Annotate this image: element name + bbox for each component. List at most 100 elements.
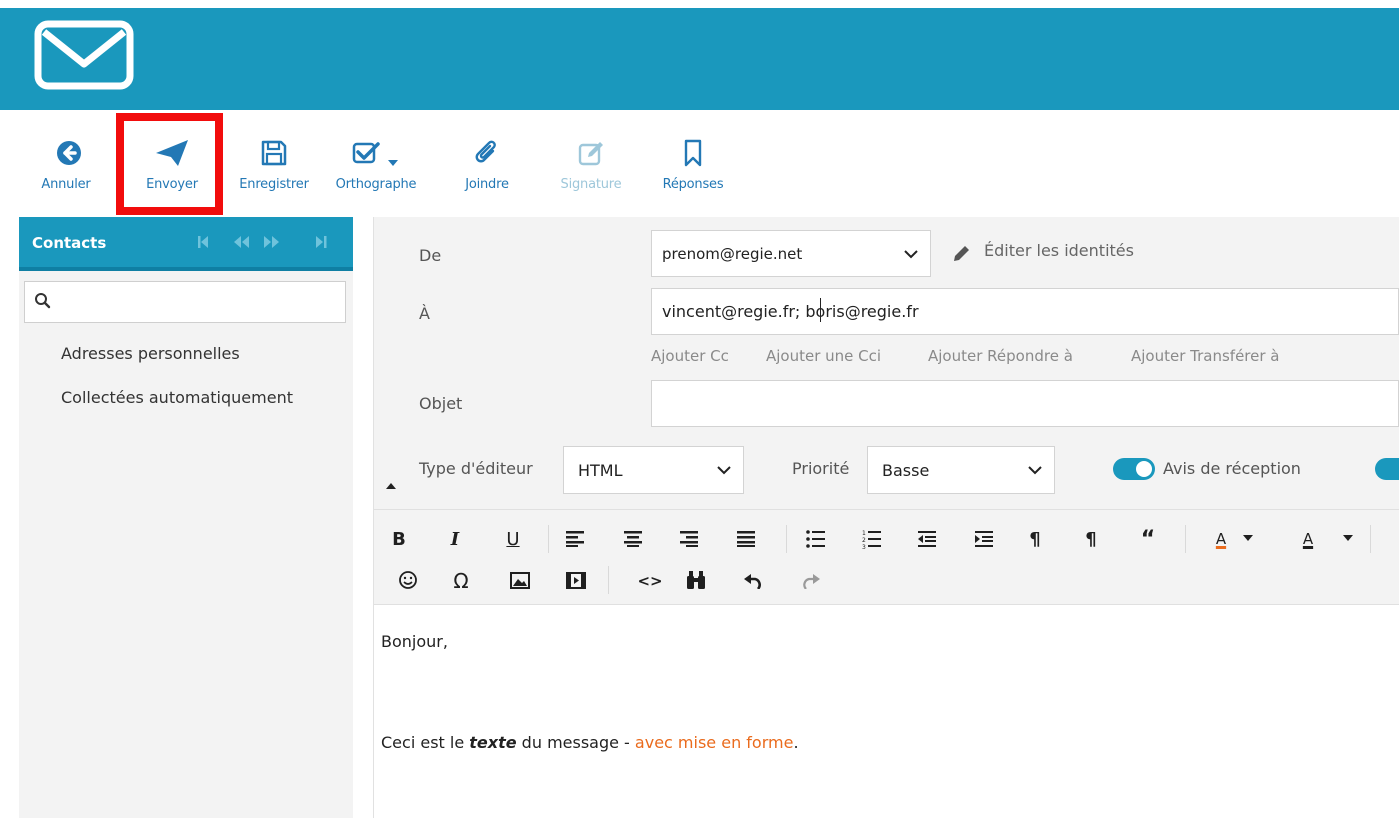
chevron-down-icon [717,466,731,475]
add-cc-link[interactable]: Ajouter Cc [651,347,729,365]
bookmark-icon [684,139,702,167]
contacts-title: Contacts [32,234,107,252]
first-page-icon [198,236,208,248]
chevron-down-icon [1028,466,1042,475]
body-line: Ceci est le texte du message - avec mise… [381,733,799,752]
special-char-icon[interactable]: Ω [450,568,472,594]
indent-icon[interactable] [975,531,995,547]
align-justify-icon[interactable] [737,531,757,547]
from-select[interactable]: prenom@regie.net [651,230,931,277]
floppy-disk-icon [261,140,287,166]
svg-text:1: 1 [862,530,866,537]
editor-type-label: Type d'éditeur [419,459,533,478]
from-value: prenom@regie.net [662,244,803,263]
back-arrow-icon [57,141,81,165]
caret-down-icon[interactable] [1243,535,1253,541]
body-middle: du message - [516,733,635,752]
numbered-list-icon[interactable]: 123 [862,529,882,549]
message-body-editor[interactable] [374,604,1399,818]
signature-button[interactable]: Signature [548,136,634,198]
align-left-icon[interactable] [566,531,586,547]
toolbar-separator [608,566,609,594]
bullet-list-icon[interactable] [806,530,826,548]
editor-type-select[interactable]: HTML [563,446,744,494]
envelope-icon [34,20,134,90]
text-color-icon[interactable]: A [1211,526,1231,552]
subject-label: Objet [419,394,463,413]
blockquote-icon[interactable]: “ [1137,526,1159,552]
responses-button[interactable]: Réponses [653,136,733,198]
edit-signature-icon [578,142,603,166]
add-reply-to-link[interactable]: Ajouter Répondre à [928,347,1073,365]
signature-label: Signature [560,177,622,192]
text-cursor [820,298,821,322]
media-icon[interactable] [566,572,586,589]
outdent-icon[interactable] [918,531,938,547]
toolbar-separator [786,525,787,553]
chevron-down-icon [904,249,918,258]
italic-icon[interactable]: I [444,526,466,552]
save-button[interactable]: Enregistrer [228,136,320,198]
delivery-status-toggle[interactable] [1375,458,1399,480]
editor-toolbar [374,509,1399,604]
priority-select[interactable]: Basse [867,446,1055,494]
svg-text:2: 2 [862,537,866,544]
align-right-icon[interactable] [680,531,700,547]
body-end: . [793,733,799,752]
add-forward-to-link[interactable]: Ajouter Transférer à [1131,347,1280,365]
attach-button[interactable]: Joindre [452,136,522,198]
priority-label: Priorité [792,459,850,478]
redo-icon[interactable] [801,572,821,589]
responses-label: Réponses [662,177,724,192]
cancel-button[interactable]: Annuler [34,136,104,198]
checkbox-check-icon [352,142,398,166]
read-receipt-label: Avis de réception [1163,459,1301,478]
body-bold-italic: texte [469,733,517,752]
spellcheck-button[interactable]: Orthographe [316,136,436,198]
toolbar-separator [1185,525,1186,553]
editor-type-value: HTML [578,460,623,480]
emoticon-icon[interactable] [398,570,418,590]
toolbar-separator [1370,525,1371,553]
edit-identities-link[interactable]: Éditer les identités [984,241,1134,260]
paperclip-icon [475,140,496,163]
search-icon [35,293,51,309]
previous-page-icon [234,236,249,248]
align-center-icon[interactable] [624,531,644,547]
body-prefix: Ceci est le [381,733,465,752]
image-icon[interactable] [510,572,530,589]
body-greeting: Bonjour, [381,632,448,651]
undo-icon[interactable] [743,572,763,589]
body-colored: avec mise en forme [634,733,794,752]
contacts-item-collected[interactable]: Collectées automatiquement [61,388,293,407]
subject-input[interactable] [651,380,1399,427]
attach-label: Joindre [465,177,509,192]
add-bcc-link[interactable]: Ajouter une Cci [766,347,881,365]
save-label: Enregistrer [239,177,309,192]
send-highlight-box [116,113,223,215]
spell-label: Orthographe [335,177,417,192]
to-value: vincent@regie.fr; boris@regie.fr [662,302,919,321]
binoculars-icon[interactable] [685,570,707,590]
to-input[interactable]: vincent@regie.fr; boris@regie.fr [651,288,1399,335]
priority-value: Basse [882,460,930,480]
background-color-icon[interactable]: A [1298,526,1318,552]
app-header [0,8,1399,110]
read-receipt-toggle[interactable] [1113,458,1155,480]
collapse-caret-icon[interactable] [385,482,397,490]
from-label: De [419,246,442,265]
caret-down-icon[interactable] [1343,535,1353,541]
rtl-paragraph-icon[interactable]: ¶ [1080,526,1102,552]
to-label: À [419,304,430,323]
underline-icon[interactable]: U [502,526,524,552]
ltr-paragraph-icon[interactable]: ¶ [1024,526,1046,552]
svg-text:3: 3 [862,544,866,549]
cancel-label: Annuler [41,177,91,192]
source-code-icon[interactable]: <> [637,568,662,594]
caret-down-icon [388,160,398,166]
bold-icon[interactable]: B [388,526,410,552]
last-page-icon [316,236,327,248]
contacts-search-input[interactable] [24,281,346,323]
contacts-item-personal[interactable]: Adresses personnelles [61,344,240,363]
pencil-icon [954,246,969,261]
